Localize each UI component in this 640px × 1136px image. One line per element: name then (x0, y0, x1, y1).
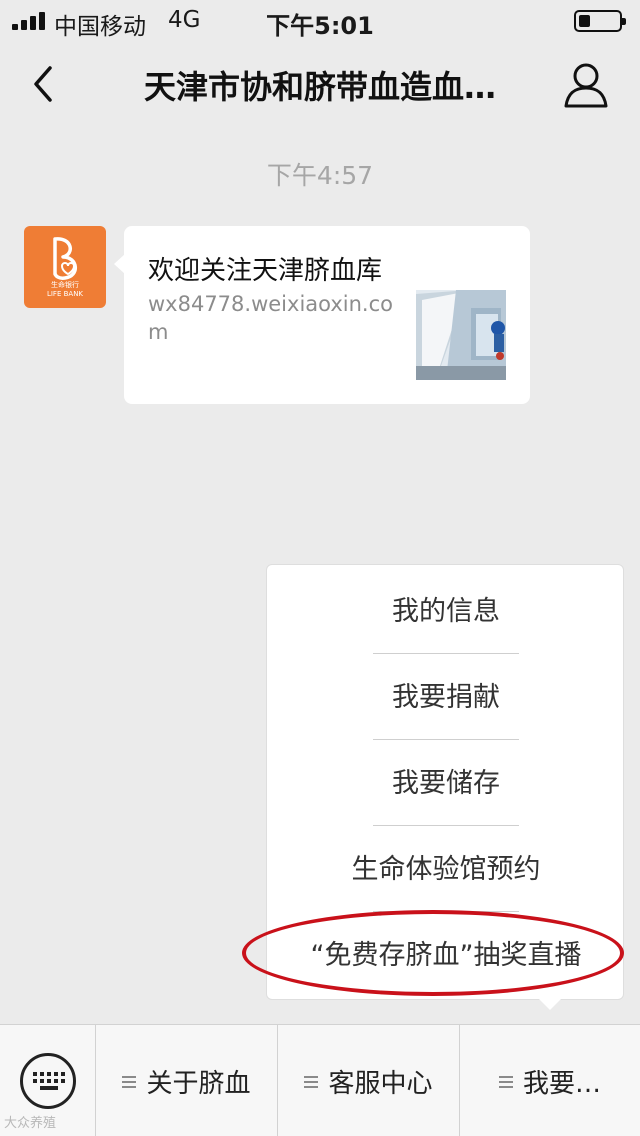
menu-item-store[interactable]: 我要储存 (267, 741, 625, 827)
back-button[interactable] (20, 56, 72, 112)
avatar-caption: 生命银行 LIFE BANK (46, 281, 84, 298)
popup-pointer (538, 998, 562, 1010)
official-account-avatar[interactable]: 生命银行 LIFE BANK (24, 226, 106, 308)
menu-item-donate[interactable]: 我要捐献 (267, 655, 625, 741)
menu-lines-icon (304, 1074, 319, 1090)
lab-photo-thumbnail (416, 290, 506, 380)
menu-divider (373, 653, 519, 654)
person-icon (564, 63, 608, 108)
menu-tab-about-cord-blood[interactable]: 关于脐血 (96, 1025, 278, 1136)
tab-label: 客服中心 (328, 1069, 433, 1099)
tab-label: 关于脐血 (146, 1069, 251, 1099)
menu-item-experience-booking[interactable]: 生命体验馆预约 (267, 827, 625, 913)
profile-button[interactable] (558, 56, 614, 114)
menu-lines-icon (122, 1074, 137, 1090)
keyboard-icon (20, 1053, 76, 1109)
chat-title: 天津市协和脐带血造血… (143, 68, 496, 106)
navigation-bar: 天津市协和脐带血造血… (0, 40, 640, 128)
menu-divider (373, 739, 519, 740)
article-title: 欢迎关注天津脐血库 (148, 256, 383, 286)
chevron-left-icon (34, 66, 52, 102)
menu-tab-i-want[interactable]: 我要… (460, 1025, 640, 1136)
menu-divider (373, 825, 519, 826)
menu-tab-customer-service[interactable]: 客服中心 (278, 1025, 460, 1136)
tab-label: 我要… (522, 1069, 601, 1099)
article-description: wx84778.weixiaoxin.com (148, 292, 393, 344)
message-timestamp: 下午4:57 (266, 161, 374, 190)
menu-lines-icon (498, 1074, 513, 1090)
bottom-menu-bar: 关于脐血 客服中心 我要… (0, 1024, 640, 1136)
status-bar: 中国移动 4G 下午5:01 (0, 0, 640, 40)
highlight-annotation-ellipse (242, 910, 624, 996)
menu-item-my-info[interactable]: 我的信息 (267, 569, 625, 655)
battery-icon (574, 10, 626, 32)
watermark: 大众养殖 (4, 1116, 57, 1131)
article-card-message[interactable]: 欢迎关注天津脐血库 wx84778.weixiaoxin.com (114, 226, 530, 404)
status-time: 下午5:01 (266, 12, 374, 40)
